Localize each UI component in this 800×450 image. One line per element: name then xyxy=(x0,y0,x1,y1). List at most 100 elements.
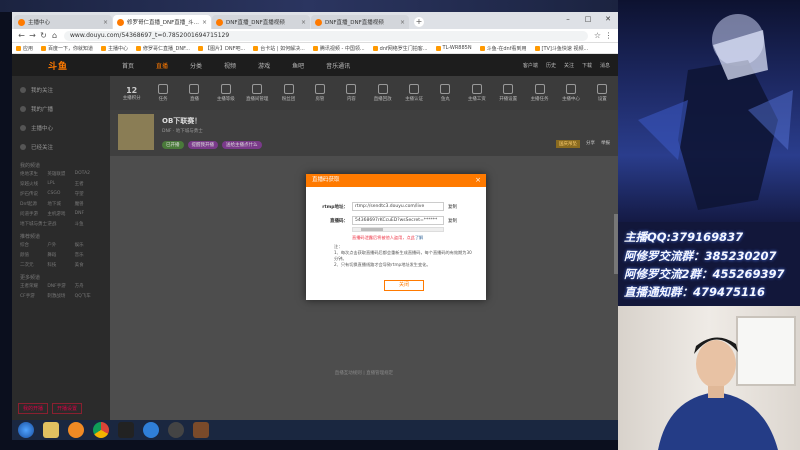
nav-item[interactable]: 分类 xyxy=(190,61,202,70)
channel-link[interactable]: 英雄联盟 xyxy=(47,171,74,177)
url-input[interactable]: www.douyu.com/54368697_t=0.7852001694715… xyxy=(64,30,588,41)
minimize-icon[interactable]: – xyxy=(558,12,578,26)
obs-icon[interactable] xyxy=(168,422,184,438)
dialog-close-icon[interactable]: × xyxy=(475,174,481,187)
bookmark-item[interactable]: 台卡站 | 如何解决... xyxy=(253,45,305,52)
stream-code-field[interactable]: 54368697rKCcuED?wsSecret=****** xyxy=(352,216,444,225)
copy-rtmp-button[interactable]: 复制 xyxy=(448,204,457,210)
toolbar-item[interactable]: 主播任务 xyxy=(524,84,555,102)
channel-link[interactable]: 穿越火线 xyxy=(20,181,47,187)
learn-more-link[interactable]: 了解 xyxy=(415,235,423,240)
maximize-icon[interactable]: □ xyxy=(578,12,598,26)
channel-link[interactable]: 科技 xyxy=(47,262,74,268)
channel-link[interactable]: 王者 xyxy=(75,181,102,187)
chrome-icon[interactable] xyxy=(93,422,109,438)
bookmark-item[interactable]: TL-WR885N xyxy=(435,45,472,51)
sidebar-item[interactable]: 我的广播 xyxy=(12,99,110,118)
bookmark-item[interactable]: 百度一下，你就知道 xyxy=(41,45,93,52)
sidebar-item[interactable]: 已经关注 xyxy=(12,137,110,156)
footer-links[interactable]: 直播互动规则 | 直播管理规定 xyxy=(110,370,618,376)
toolbar-item[interactable]: 粉丝团 xyxy=(273,84,304,102)
qq-icon[interactable] xyxy=(118,422,134,438)
user-nav-item[interactable]: 关注 xyxy=(564,62,574,69)
user-nav-item[interactable]: 客户端 xyxy=(523,62,538,69)
new-tab-button[interactable]: + xyxy=(414,17,424,27)
browser-tab[interactable]: 主播中心 × xyxy=(14,15,112,29)
channel-link[interactable]: Dnf起源 xyxy=(20,201,47,207)
bookmark-item[interactable]: 【图片】DNF吧... xyxy=(197,45,245,52)
channel-link[interactable]: 炉石传说 xyxy=(20,191,47,197)
toolbar-item[interactable]: 直播回放 xyxy=(367,84,398,102)
start-stream-button[interactable]: 我的开播 xyxy=(18,403,49,414)
toolbar-item[interactable]: 12 主播积分 xyxy=(116,86,147,101)
toolbar-item[interactable]: 直播间管理 xyxy=(242,84,273,102)
channel-link[interactable]: 地下城 xyxy=(47,201,74,207)
nav-item[interactable]: 鱼吧 xyxy=(292,61,304,70)
user-nav-item[interactable]: 下载 xyxy=(582,62,592,69)
bookmark-item[interactable]: 腾讯视频 - 中国领... xyxy=(312,45,365,52)
channel-link[interactable]: 户外 xyxy=(47,242,74,248)
reload-icon[interactable]: ↻ xyxy=(38,31,49,40)
app-g-icon[interactable] xyxy=(68,422,84,438)
start-icon[interactable] xyxy=(18,422,34,438)
star-icon[interactable]: ☆ xyxy=(592,31,603,40)
channel-link[interactable]: 斗鱼 xyxy=(75,221,102,227)
toolbar-item[interactable]: 主播认证 xyxy=(398,84,429,102)
room-tag[interactable]: 提醒我开播 xyxy=(187,141,218,149)
channel-link[interactable]: 美食 xyxy=(75,262,102,268)
event-badge[interactable]: 国庆吊坠 xyxy=(556,140,580,148)
channel-link[interactable]: 娱乐 xyxy=(75,242,102,248)
channel-link[interactable]: 方舟 xyxy=(75,283,102,289)
user-nav-item[interactable]: 消息 xyxy=(600,62,610,69)
douyu-logo[interactable]: 斗鱼 xyxy=(12,54,122,76)
code-field-scrollbar[interactable] xyxy=(352,227,444,232)
copy-code-button[interactable]: 复制 xyxy=(448,218,457,224)
app-blue-icon[interactable] xyxy=(143,422,159,438)
nav-item[interactable]: 直播 xyxy=(156,61,168,70)
tab-close-icon[interactable]: × xyxy=(301,19,306,26)
toolbar-item[interactable]: 主播工资 xyxy=(461,84,492,102)
stream-settings-button[interactable]: 开播设置 xyxy=(52,403,83,414)
toolbar-item[interactable]: 直播 xyxy=(179,84,210,102)
channel-link[interactable]: LPL xyxy=(47,181,74,187)
tab-close-icon[interactable]: × xyxy=(202,19,207,26)
channel-link[interactable]: CF手游 xyxy=(20,293,47,299)
bookmark-item[interactable]: 主播中心 xyxy=(101,45,128,52)
toolbar-item[interactable]: 开播设置 xyxy=(493,84,524,102)
bookmark-item[interactable]: [TV]斗鱼快速 视频... xyxy=(534,45,588,52)
toolbar-item[interactable]: 内容 xyxy=(336,84,367,102)
back-icon[interactable]: ← xyxy=(16,31,27,40)
channel-link[interactable]: 王者荣耀 xyxy=(20,283,47,289)
channel-link[interactable]: 综合 xyxy=(20,242,47,248)
browser-tab[interactable]: DNF直播_DNF直播视频 × xyxy=(311,15,409,29)
channel-link[interactable]: 音乐 xyxy=(75,252,102,258)
channel-link[interactable]: 魔兽 xyxy=(75,201,102,207)
forward-icon[interactable]: → xyxy=(27,31,38,40)
browser-tab[interactable]: DNF直播_DNF直播视频 × xyxy=(212,15,310,29)
nav-item[interactable]: 音乐通讯 xyxy=(326,61,350,70)
channel-link[interactable]: 刺激战场 xyxy=(47,293,74,299)
nav-item[interactable]: 首页 xyxy=(122,61,134,70)
channel-link[interactable]: 二次元 xyxy=(20,262,47,268)
tab-close-icon[interactable]: × xyxy=(400,19,405,26)
room-tag[interactable]: 已开播 xyxy=(162,141,184,149)
bookmark-item[interactable]: dnf网络罗生门拍客... xyxy=(372,45,428,52)
browser-tab-active[interactable]: 修罗哥仁直播_DNF直播_斗鱼直播× xyxy=(113,15,211,29)
channel-link[interactable]: 颜值 xyxy=(20,252,47,258)
bookmark-item[interactable]: 应用 xyxy=(16,45,33,52)
channel-link[interactable]: 逆战 xyxy=(47,221,74,227)
close-window-icon[interactable]: ✕ xyxy=(598,12,618,26)
nav-item[interactable]: 视频 xyxy=(224,61,236,70)
toolbar-item[interactable]: 鱼丸 xyxy=(430,84,461,102)
channel-link[interactable]: 舞蹈 xyxy=(47,252,74,258)
channel-link[interactable]: DNF xyxy=(75,211,102,217)
close-dialog-button[interactable]: 关闭 xyxy=(384,280,424,291)
channel-link[interactable]: 守望 xyxy=(75,191,102,197)
channel-link[interactable]: DOTA2 xyxy=(75,171,102,177)
file-explorer-icon[interactable] xyxy=(43,422,59,438)
user-nav-item[interactable]: 历史 xyxy=(546,62,556,69)
sidebar-item[interactable]: 我的关注 xyxy=(12,80,110,99)
nav-item[interactable]: 游戏 xyxy=(258,61,270,70)
toolbar-item[interactable]: 设置 xyxy=(587,84,618,102)
channel-link[interactable]: 地下城与勇士 xyxy=(20,221,47,227)
